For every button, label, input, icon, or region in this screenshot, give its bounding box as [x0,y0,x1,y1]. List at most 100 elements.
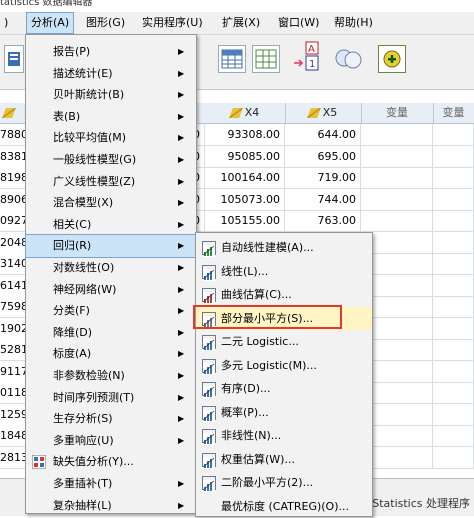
cell-var2[interactable] [433,382,474,403]
menu-item-label: 时间序列预测(T) [53,387,134,409]
cell-x5[interactable]: 719.00 [285,167,361,188]
circles-icon[interactable] [334,45,360,71]
menu-item-survival[interactable]: 生存分析(S)▶ [26,408,196,430]
menu-edit-partial[interactable]: ) [0,12,12,34]
column-header-x4[interactable]: X4 [205,103,286,123]
menu-item-complex-samples[interactable]: 复杂抽样(L)▶ [26,495,196,517]
submenu-item-optimal-scaling-catreg[interactable]: 最优标度 (CATREG)(O)... [196,495,372,518]
cell-var1[interactable] [361,124,433,145]
cell-x4[interactable]: 93308.00 [205,124,285,145]
menu-item-general-linear-model[interactable]: 一般线性模型(G)▶ [26,149,196,171]
menu-item-label: 混合模型(X) [53,192,113,214]
cell-x5[interactable]: 763.00 [285,210,361,231]
cell-var2[interactable] [433,361,474,382]
variables-ab-icon[interactable]: A1 [292,41,322,73]
menu-item-classify[interactable]: 分类(F)▶ [26,300,196,322]
cell-x4[interactable]: 95085.00 [205,146,285,167]
submenu-item-curve-estimation[interactable]: 曲线估算(C)... [196,283,372,307]
submenu-arrow-icon: ▶ [178,365,184,387]
menu-item-multiple-response[interactable]: 多重响应(U)▶ [26,430,196,452]
regression-chart-icon [202,359,216,373]
cell-var2[interactable] [433,253,474,274]
menu-window[interactable]: 窗口(W) [274,12,323,34]
cell-var2[interactable] [433,124,474,145]
cell-x4[interactable]: 105073.00 [205,189,285,210]
add-icon[interactable] [378,45,406,73]
menu-item-descriptive-statistics[interactable]: 描述统计(E)▶ [26,63,196,85]
menu-item-label: 生存分析(S) [53,408,113,430]
menu-graphs[interactable]: 图形(G) [82,12,129,34]
menu-help[interactable]: 帮助(H) [330,12,377,34]
menu-item-dimension-reduction[interactable]: 降维(D)▶ [26,322,196,344]
regression-chart-icon [202,288,216,302]
menu-item-bayesian-statistics[interactable]: 贝叶斯统计(B)▶ [26,84,196,106]
column-header-x5[interactable]: X5 [285,103,362,123]
menu-item-multiple-imputation[interactable]: 多重插补(T)▶ [26,473,196,495]
table-icon[interactable] [218,45,246,73]
submenu-item-automatic-linear-modeling[interactable]: 自动线性建模(A)... [196,236,372,260]
cell-var2[interactable] [433,167,474,188]
menu-item-correlate[interactable]: 相关(C)▶ [26,214,196,236]
cell-x5[interactable]: 695.00 [285,146,361,167]
cell-var2[interactable] [433,275,474,296]
submenu-item-multinomial-logistic[interactable]: 多元 Logistic(M)... [196,354,372,378]
cell-var2[interactable] [433,404,474,425]
cell-var1[interactable] [361,189,433,210]
menu-item-loglinear[interactable]: 对数线性(O)▶ [26,257,196,279]
value-labels-icon[interactable] [252,45,280,73]
menu-item-scale[interactable]: 标度(A)▶ [26,343,196,365]
menu-utilities[interactable]: 实用程序(U) [138,12,207,34]
cell-x4[interactable]: 100164.00 [205,167,285,188]
cell-var2[interactable] [433,318,474,339]
menu-item-neural-networks[interactable]: 神经网络(W)▶ [26,279,196,301]
submenu-item-weight-estimation[interactable]: 权重估算(W)... [196,448,372,472]
window-title-bar: tatistics 数据编辑器 [0,0,474,12]
cell-var2[interactable] [433,189,474,210]
menu-item-reports[interactable]: 报告(P)▶ [26,41,196,63]
cell-var2[interactable] [433,296,474,317]
submenu-item-nonlinear[interactable]: 非线性(N)... [196,424,372,448]
regression-chart-icon [202,265,216,279]
cell-var2[interactable] [433,339,474,360]
menu-extensions[interactable]: 扩展(X) [218,12,264,34]
cell-var1[interactable] [361,167,433,188]
submenu-item-two-stage-least-squares[interactable]: 二阶最小平方(2)... [196,471,372,495]
submenu-item-probit[interactable]: 概率(P)... [196,401,372,425]
menu-item-forecasting[interactable]: 时间序列预测(T)▶ [26,387,196,409]
submenu-item-ordinal[interactable]: 有序(D)... [196,377,372,401]
cell-var1[interactable] [361,210,433,231]
cell-x5[interactable]: 744.00 [285,189,361,210]
regression-chart-icon [202,429,216,443]
menu-item-label: 多重插补(T) [53,473,112,495]
column-header-var2[interactable]: 变量 [433,103,474,123]
menu-item-missing-value-analysis[interactable]: 缺失值分析(Y)... [26,451,196,473]
cell-x4[interactable]: 105155.00 [205,210,285,231]
submenu-arrow-icon: ▶ [178,63,184,85]
cell-var2[interactable] [433,447,474,468]
missing-value-icon [32,455,46,469]
menu-item-generalized-linear-models[interactable]: 广义线性模型(Z)▶ [26,171,196,193]
menu-item-tables[interactable]: 表(B)▶ [26,106,196,128]
menu-item-nonparametric-tests[interactable]: 非参数检验(N)▶ [26,365,196,387]
cell-var2[interactable] [433,425,474,446]
cell-var2[interactable] [433,210,474,231]
cell-var1[interactable] [361,146,433,167]
menu-analyze[interactable]: 分析(A) [26,12,74,34]
submenu-item-binary-logistic[interactable]: 二元 Logistic... [196,330,372,354]
submenu-item-linear[interactable]: 线性(L)... [196,260,372,284]
menu-item-compare-means[interactable]: 比较平均值(M)▶ [26,127,196,149]
cell-var2[interactable] [433,232,474,253]
cell-var2[interactable] [433,146,474,167]
cell-x5[interactable]: 644.00 [285,124,361,145]
menu-item-regression[interactable]: 回归(R)▶ [26,235,196,257]
column-header-var1[interactable]: 变量 [361,103,434,123]
submenu-arrow-icon: ▶ [178,149,184,171]
menu-item-label: 多重响应(U) [53,430,114,452]
submenu-arrow-icon: ▶ [178,41,184,63]
data-view-icon[interactable] [4,45,24,73]
menu-item-label: 降维(D) [53,322,92,344]
submenu-item-label: 曲线估算(C)... [221,283,292,307]
submenu-arrow-icon: ▶ [178,235,184,257]
regression-chart-icon [202,406,216,420]
menu-item-mixed-models[interactable]: 混合模型(X)▶ [26,192,196,214]
